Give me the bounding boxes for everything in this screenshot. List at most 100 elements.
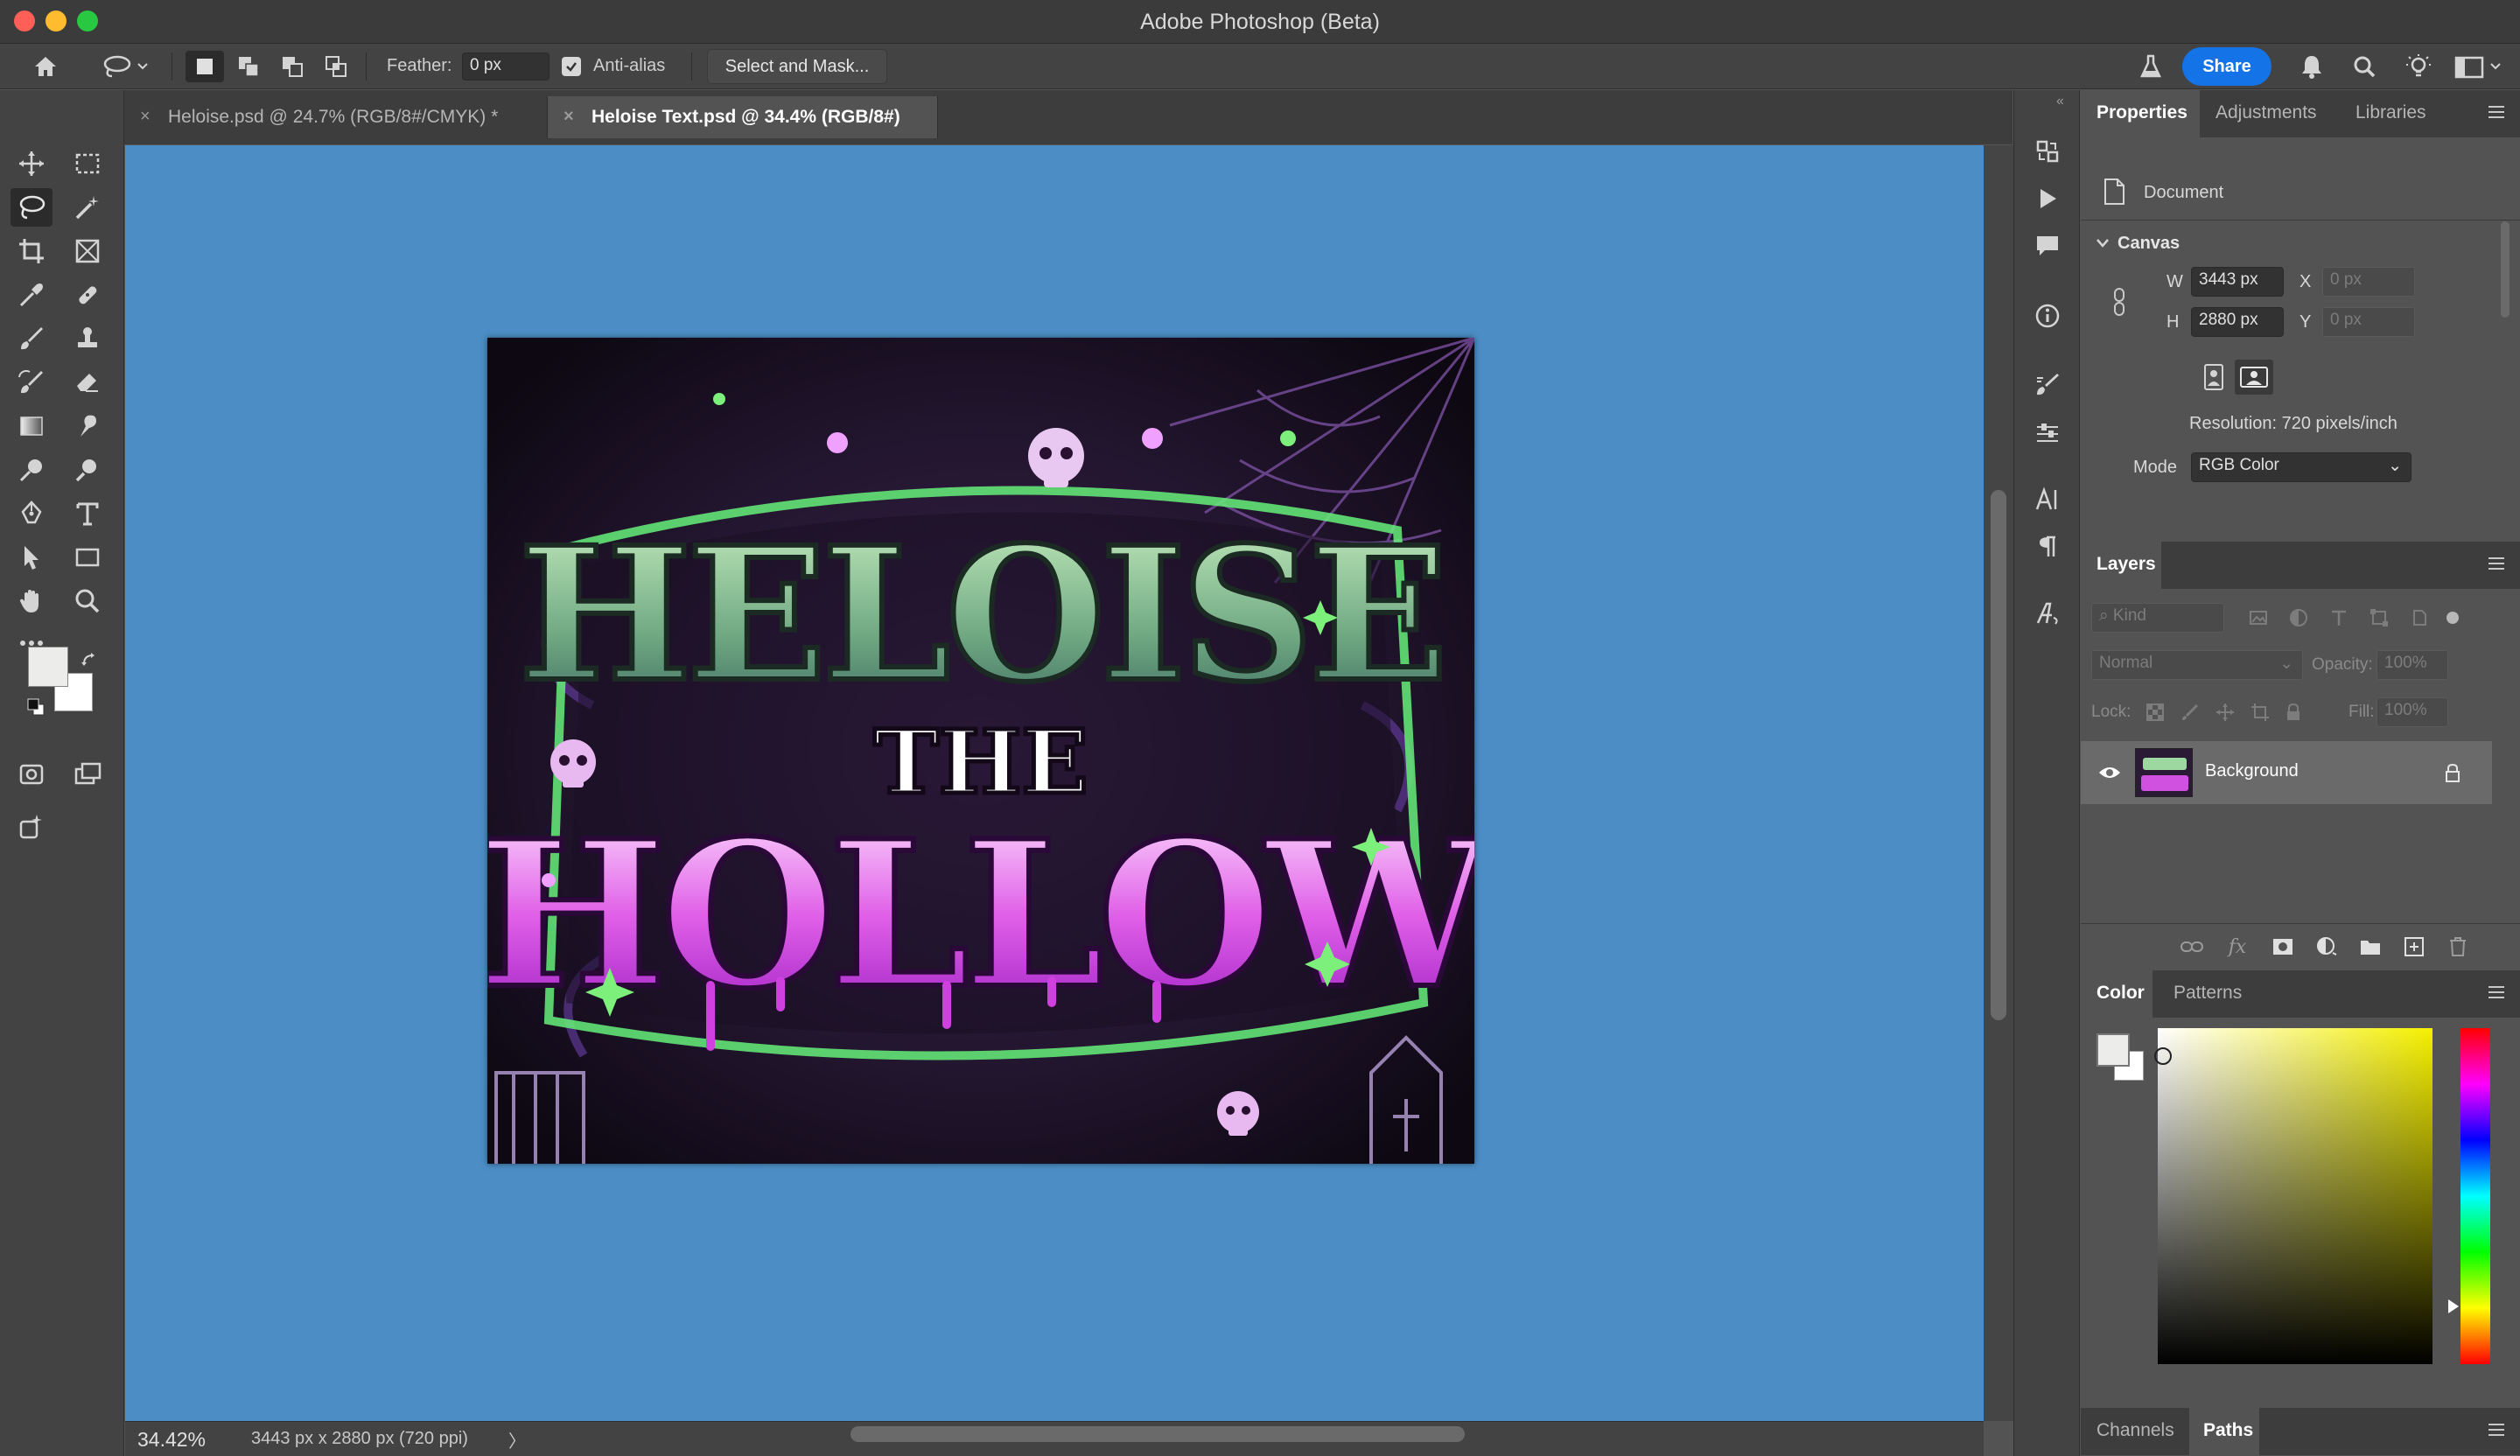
opacity-input[interactable]: 100%	[2376, 650, 2448, 680]
new-layer-icon[interactable]	[2399, 932, 2429, 962]
filter-toggle-icon[interactable]	[2440, 606, 2466, 629]
hand-tool-icon[interactable]	[10, 582, 52, 620]
generative-fill-icon[interactable]	[10, 808, 52, 846]
flask-icon[interactable]	[2133, 51, 2168, 82]
landscape-orientation-icon[interactable]	[2235, 360, 2273, 395]
add-mask-icon[interactable]	[2268, 932, 2298, 962]
quick-mask-icon[interactable]	[10, 755, 52, 794]
smart-object-filter-icon[interactable]	[2404, 605, 2434, 631]
hue-slider[interactable]	[2460, 1028, 2490, 1364]
lock-position-icon[interactable]	[2212, 699, 2238, 725]
tab-paths[interactable]: Paths	[2203, 1420, 2253, 1441]
brush-settings-icon[interactable]	[2028, 416, 2067, 451]
chevron-down-icon[interactable]	[2093, 234, 2112, 253]
link-layers-icon[interactable]	[2177, 932, 2207, 962]
canvas-y-input[interactable]: 0 px	[2322, 307, 2415, 337]
share-button[interactable]: Share	[2182, 47, 2272, 86]
type-tool-icon[interactable]	[66, 494, 108, 533]
tab-properties[interactable]: Properties	[2096, 102, 2188, 123]
delete-layer-icon[interactable]	[2443, 932, 2473, 962]
vertical-scrollbar[interactable]	[1991, 490, 2006, 1020]
lightbulb-icon[interactable]	[2401, 51, 2436, 82]
status-menu-arrow[interactable]: 〉	[508, 1427, 526, 1452]
history-panel-icon[interactable]	[2028, 134, 2067, 169]
layer-row[interactable]: Background	[2081, 741, 2492, 804]
smudge-tool-icon[interactable]	[66, 407, 108, 445]
select-and-mask-button[interactable]: Select and Mask...	[707, 49, 887, 84]
subtract-from-selection-icon[interactable]	[273, 51, 312, 82]
actions-play-icon[interactable]	[2028, 181, 2067, 216]
brushes-panel-icon[interactable]	[2028, 367, 2067, 402]
shape-filter-icon[interactable]	[2364, 605, 2394, 631]
lock-transparent-icon[interactable]	[2142, 699, 2168, 725]
comments-icon[interactable]	[2028, 228, 2067, 263]
foreground-color-swatch[interactable]	[28, 647, 68, 687]
portrait-orientation-icon[interactable]	[2198, 360, 2230, 395]
new-group-icon[interactable]	[2356, 932, 2385, 962]
canvas-x-input[interactable]: 0 px	[2322, 267, 2415, 297]
lock-pixels-icon[interactable]	[2177, 699, 2203, 725]
image-filter-icon[interactable]	[2244, 605, 2273, 631]
bell-icon[interactable]	[2294, 51, 2329, 82]
tab-layers[interactable]: Layers	[2096, 554, 2156, 575]
color-field-picker[interactable]	[2154, 1028, 2432, 1364]
eye-icon[interactable]	[2096, 760, 2123, 785]
collapse-right-icon[interactable]: «	[2056, 94, 2064, 109]
adjustment-layer-icon[interactable]	[2312, 932, 2342, 962]
stamp-tool-icon[interactable]	[66, 319, 108, 358]
default-colors-icon[interactable]	[26, 697, 46, 717]
glyphs-panel-icon[interactable]	[2028, 596, 2067, 631]
pen-tool-icon[interactable]	[10, 494, 52, 533]
history-brush-tool-icon[interactable]	[10, 363, 52, 402]
tab-channels[interactable]: Channels	[2096, 1420, 2174, 1441]
layer-kind-filter[interactable]: ⌕ Kind	[2091, 603, 2224, 633]
zoom-loupe-tool-icon[interactable]	[66, 451, 108, 489]
move-tool-icon[interactable]	[10, 144, 52, 183]
panel-menu-icon[interactable]	[2487, 1422, 2506, 1443]
type-filter-icon[interactable]	[2324, 605, 2354, 631]
brush-tool-icon[interactable]	[10, 319, 52, 358]
character-panel-icon[interactable]	[2028, 482, 2067, 517]
panel-menu-icon[interactable]	[2487, 984, 2506, 1005]
close-icon[interactable]: ×	[564, 107, 574, 127]
fill-input[interactable]: 100%	[2376, 697, 2448, 727]
link-icon[interactable]	[2109, 284, 2130, 319]
horizontal-scrollbar[interactable]	[850, 1426, 1465, 1442]
new-selection-icon[interactable]	[186, 51, 224, 82]
paragraph-panel-icon[interactable]	[2028, 529, 2067, 564]
info-icon[interactable]	[2028, 298, 2067, 333]
properties-scrollbar[interactable]	[2501, 221, 2510, 318]
swap-arrow-icon[interactable]	[80, 652, 98, 669]
close-icon[interactable]: ×	[140, 107, 150, 127]
zoom-level[interactable]: 34.42%	[137, 1428, 206, 1452]
panel-menu-icon[interactable]	[2487, 556, 2506, 577]
home-icon[interactable]	[28, 51, 63, 82]
tab-libraries[interactable]: Libraries	[2356, 102, 2426, 123]
lock-all-icon[interactable]	[2280, 699, 2306, 725]
rectangle-tool-icon[interactable]	[66, 538, 108, 577]
crop-tool-icon[interactable]	[10, 232, 52, 270]
healing-brush-tool-icon[interactable]	[66, 276, 108, 314]
eraser-tool-icon[interactable]	[66, 363, 108, 402]
blend-mode-select[interactable]: Normal ⌄	[2091, 650, 2303, 680]
anti-alias-checkbox[interactable]	[562, 57, 581, 76]
panel-menu-icon[interactable]	[2487, 104, 2506, 125]
color-mode-select[interactable]: RGB Color ⌄	[2191, 452, 2412, 482]
zoom-tool-icon[interactable]	[66, 582, 108, 620]
screen-mode-icon[interactable]	[66, 755, 108, 794]
lock-icon[interactable]	[2441, 760, 2464, 785]
adjustment-filter-icon[interactable]	[2284, 605, 2314, 631]
lasso-tool-icon[interactable]	[10, 188, 52, 227]
search-icon[interactable]	[2347, 51, 2382, 82]
tab-patterns[interactable]: Patterns	[2174, 983, 2242, 1004]
canvas-width-input[interactable]: 3443 px	[2191, 267, 2284, 297]
tab-adjustments[interactable]: Adjustments	[2216, 102, 2317, 123]
lock-artboard-icon[interactable]	[2247, 699, 2273, 725]
gradient-tool-icon[interactable]	[10, 407, 52, 445]
canvas-section-title[interactable]: Canvas	[2118, 234, 2180, 254]
feather-input[interactable]: 0 px	[462, 52, 550, 80]
eyedropper-tool-icon[interactable]	[10, 276, 52, 314]
intersect-selection-icon[interactable]	[317, 51, 355, 82]
workspace-switcher-icon[interactable]	[2450, 51, 2508, 82]
document-image[interactable]: HELOISE THE HOLLOW	[487, 338, 1474, 1164]
